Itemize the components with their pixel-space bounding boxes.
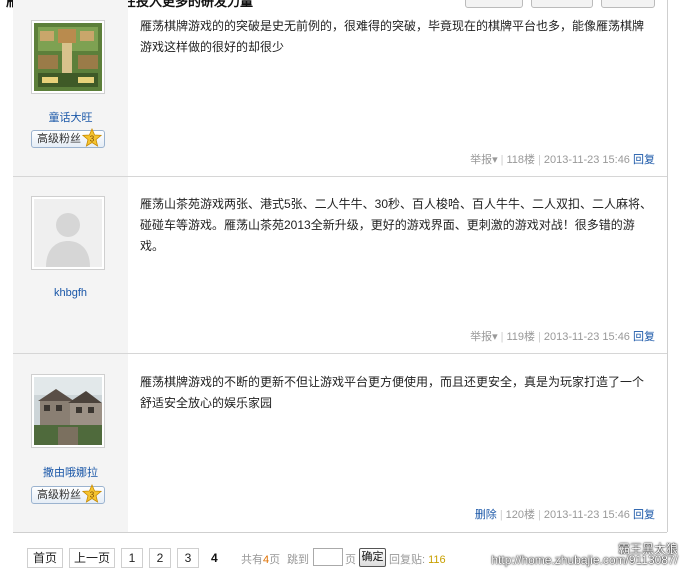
reply-link[interactable]: 回复 [633,331,655,343]
report-link[interactable]: 举报 [470,331,492,343]
page-1-button[interactable]: 1 [121,548,143,568]
rank-badge: 高级粉丝 3 [31,128,105,148]
star-icon: 3 [82,484,102,503]
post-118: 童话大旺 高级粉丝 3 雁荡棋牌游戏的的突破是史无前例的，很难得的突破，毕竟现在… [13,0,667,176]
page-2-button[interactable]: 2 [149,548,171,568]
post-content: 雁荡棋牌游戏的不断的更新不但让游戏平台更方便使用，而且还更安全，真是为玩家打造了… [140,354,667,532]
watermark-url: http://home.zhubajie.com/9113087/ [491,553,678,567]
rank-badge-label: 高级粉丝 [37,133,81,145]
post-author-panel: 童话大旺 高级粉丝 3 [13,0,128,176]
page-unit-label: 页 [345,554,356,566]
report-link[interactable]: 举报 [470,154,492,166]
post-119: khbgfh 雁荡山茶苑游戏两张、港式5张、二人牛牛、30秒、百人梭哈、百人牛牛… [13,177,667,353]
floor-number: 119楼 [506,331,536,343]
post-time: 2013-11-23 15:46 [543,154,630,166]
total-prefix: 共有 [241,554,263,566]
separator: | [499,509,503,521]
post-author-name[interactable]: 童话大旺 [13,109,128,125]
level-number: 3 [90,135,95,144]
floor-number: 118楼 [506,154,536,166]
first-page-button[interactable]: 首页 [27,548,63,568]
post-author-name[interactable]: khbgfh [13,287,128,299]
total-pages-text: 共有4页 [241,551,280,567]
separator: | [538,154,541,166]
reply-link[interactable]: 回复 [633,509,655,521]
chevron-down-icon: ▾ [492,331,498,343]
avatar-house-photo [34,377,102,445]
reply-count: 116 [428,554,446,566]
avatar[interactable] [31,374,105,448]
page-3-button[interactable]: 3 [177,548,199,568]
post-body: 雁荡棋牌游戏的不断的更新不但让游戏平台更方便使用，而且还更安全，真是为玩家打造了… [140,375,645,410]
avatar-game-image [34,23,102,91]
post-author-panel: 撒由哦娜拉 高级粉丝 3 [13,354,128,532]
post-time: 2013-11-23 15:46 [543,331,630,343]
separator: | [500,154,504,166]
post-time: 2013-11-23 15:46 [543,509,630,521]
jump-label: 跳到 [287,554,309,566]
chevron-down-icon: ▾ [492,154,498,166]
post-120: 撒由哦娜拉 高级粉丝 3 雁荡棋牌游戏的不断的更新不但让游戏平台更方便使用，而且… [13,354,667,532]
delete-link[interactable]: 删除 [475,509,497,521]
separator: | [538,331,541,343]
confirm-jump-button[interactable]: 确定 [359,548,386,567]
total-suffix: 页 [269,554,281,566]
avatar[interactable] [31,20,105,94]
post-body: 雁荡棋牌游戏的的突破是史无前例的，很难得的突破，毕竟现在的棋牌平台也多，能像雁荡… [140,19,645,54]
rank-badge: 高级粉丝 3 [31,484,105,504]
rank-badge-label: 高级粉丝 [37,489,81,501]
reply-count-label: 回复贴: [389,554,426,566]
post-author-panel: khbgfh [13,177,128,353]
separator: | [500,331,504,343]
reply-link[interactable]: 回复 [633,154,655,166]
avatar[interactable] [31,196,105,270]
post-author-name[interactable]: 撒由哦娜拉 [13,464,128,480]
floor-number: 120楼 [505,509,536,521]
post-content: 雁荡山茶苑游戏两张、港式5张、二人牛牛、30秒、百人梭哈、百人牛牛、二人双扣、二… [140,177,667,353]
default-avatar-icon [34,199,102,267]
post-body: 雁荡山茶苑游戏两张、港式5张、二人牛牛、30秒、百人梭哈、百人牛牛、二人双扣、二… [140,197,653,253]
post-content: 雁荡棋牌游戏的的突破是史无前例的，很难得的突破，毕竟现在的棋牌平台也多，能像雁荡… [140,0,667,176]
post-meta: 举报▾ | 118楼 | 2013-11-23 15:46 回复 [470,151,655,167]
prev-page-button[interactable]: 上一页 [69,548,115,568]
post-meta: 举报▾ | 119楼 | 2013-11-23 15:46 回复 [470,328,655,344]
post-meta: 删除 | 120楼 | 2013-11-23 15:46 回复 [475,506,655,522]
current-page: 4 [211,551,218,565]
star-icon: 3 [82,128,102,147]
reply-count-text: 回复贴: 116 [389,551,446,567]
page-jump-input[interactable] [313,548,343,566]
separator: | [538,509,541,521]
level-number: 3 [90,491,95,500]
